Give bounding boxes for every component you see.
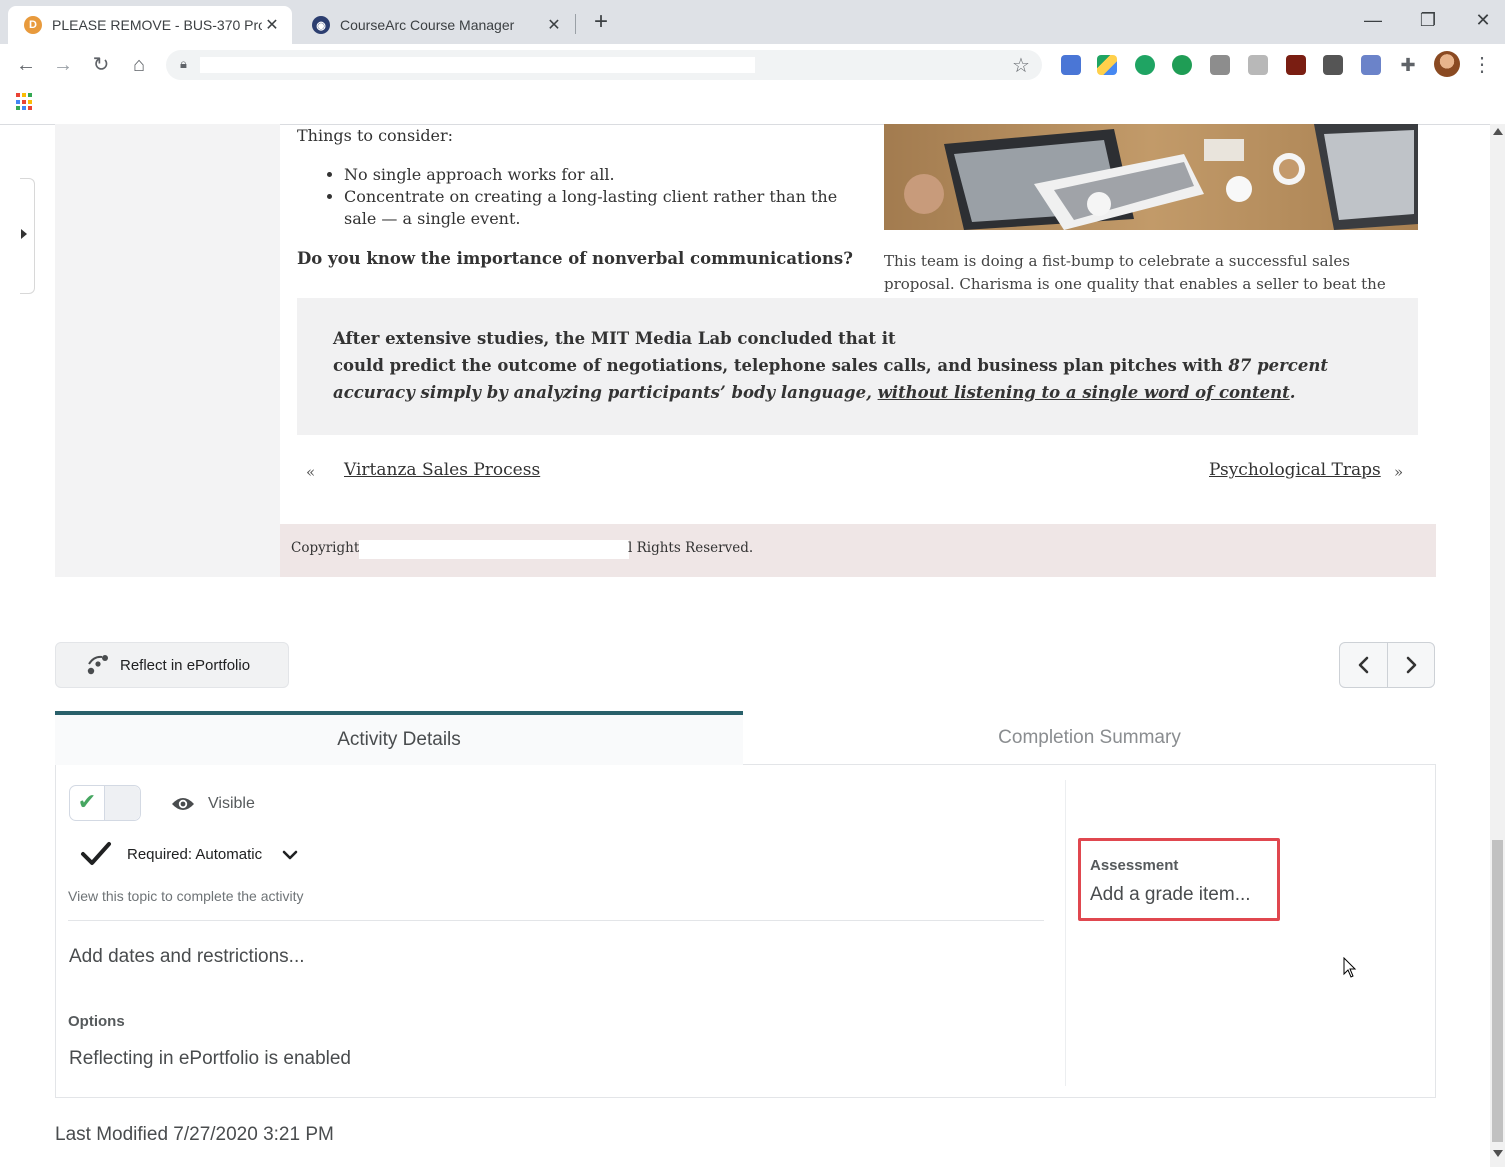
tab-active-course[interactable]: D PLEASE REMOVE - BUS-370 Profe ✕ [8, 6, 292, 44]
assessment-heading: Assessment [1090, 857, 1179, 874]
scroll-down-icon[interactable] [1493, 1150, 1503, 1157]
completion-hint: View this topic to complete the activity [68, 888, 304, 904]
extensions-puzzle-icon[interactable]: ✚ [1398, 55, 1418, 75]
copyright-redacted [359, 540, 629, 559]
add-grade-item-link[interactable]: Add a grade item... [1090, 884, 1251, 906]
apps-grid-icon[interactable] [16, 93, 34, 111]
add-dates-restrictions-link[interactable]: Add dates and restrictions... [69, 946, 305, 968]
eye-icon [171, 795, 195, 813]
toggle-knob[interactable] [104, 786, 140, 820]
options-heading: Options [68, 1013, 125, 1030]
tab-close-icon[interactable]: ✕ [544, 15, 564, 35]
back-icon[interactable]: ← [12, 52, 40, 78]
url-redacted [200, 57, 755, 73]
next-page-arrow-icon[interactable]: » [1394, 463, 1403, 481]
forward-icon[interactable]: → [49, 52, 77, 78]
reflect-button-label: Reflect in ePortfolio [120, 656, 251, 674]
extension-slides-icon[interactable] [1248, 55, 1268, 75]
adobe-acrobat-icon[interactable] [1286, 55, 1306, 75]
mouse-cursor-icon [1343, 956, 1357, 979]
lesson-sidebar [55, 124, 280, 577]
panel-divider [1065, 780, 1066, 1086]
bookmark-star-icon[interactable]: ☆ [1010, 53, 1032, 77]
quote-line-2: could predict the outcome of negotiation… [333, 356, 1229, 375]
options-value-link[interactable]: Reflecting in ePortfolio is enabled [69, 1048, 351, 1070]
minimize-window-icon[interactable]: — [1350, 6, 1396, 34]
extension-gray-icon[interactable] [1210, 55, 1230, 75]
home-icon[interactable]: ⌂ [125, 52, 153, 78]
previous-topic-icon[interactable] [1340, 643, 1387, 687]
coursearc-favicon-icon: ◉ [312, 16, 330, 34]
extension-camera-icon[interactable] [1361, 55, 1381, 75]
completion-requirement-dropdown[interactable]: Required: Automatic [127, 846, 262, 863]
bookmarks-bar [0, 86, 1505, 125]
copyright-label: Copyright [291, 540, 360, 556]
google-drive-icon[interactable] [1097, 55, 1117, 75]
scrollbar-thumb[interactable] [1492, 840, 1503, 1142]
visibility-label: Visible [208, 795, 255, 812]
chevron-down-icon[interactable] [281, 846, 299, 864]
tab-completion-summary[interactable]: Completion Summary [743, 711, 1436, 765]
eportfolio-icon [86, 654, 110, 676]
tab-close-icon[interactable]: ✕ [262, 15, 282, 35]
pager-divider [1387, 643, 1388, 687]
tab-divider [575, 14, 576, 34]
profile-avatar[interactable] [1434, 51, 1460, 77]
d2l-favicon-icon: D [24, 16, 42, 34]
team-fist-bump-photo [884, 124, 1418, 230]
mit-quote: After extensive studies, the MIT Media L… [333, 325, 1398, 406]
copyright-rights: l Rights Reserved. [628, 540, 754, 556]
quote-line-1: After extensive studies, the MIT Media L… [333, 329, 896, 348]
close-window-icon[interactable]: ✕ [1460, 6, 1505, 34]
expand-arrow-icon[interactable] [21, 229, 27, 239]
prev-page-link[interactable]: Virtanza Sales Process [344, 460, 540, 480]
next-topic-icon[interactable] [1387, 643, 1434, 687]
reflect-eportfolio-button[interactable]: Reflect in ePortfolio [55, 642, 289, 688]
consider-heading: Things to consider: [297, 126, 454, 145]
list-item: No single approach works for all. [344, 164, 874, 186]
new-tab-icon[interactable]: + [588, 8, 614, 36]
tab-title: PLEASE REMOVE - BUS-370 Profe [52, 17, 262, 33]
tab-activity-details[interactable]: Activity Details [55, 711, 743, 765]
next-page-link[interactable]: Psychological Traps [1209, 460, 1381, 480]
extension-hangouts-icon[interactable] [1172, 55, 1192, 75]
quote-underlined: without listening to a single word of co… [877, 383, 1290, 402]
prev-page-arrow-icon[interactable]: « [306, 463, 315, 481]
last-modified: Last Modified 7/27/2020 3:21 PM [55, 1124, 334, 1145]
scroll-up-icon[interactable] [1493, 128, 1503, 135]
extension-shield-icon[interactable] [1323, 55, 1343, 75]
completion-check-icon [80, 840, 112, 870]
tab-title: CourseArc Course Manager [340, 17, 515, 33]
extension-green-icon[interactable] [1135, 55, 1155, 75]
assessment-highlight-box [1078, 838, 1280, 921]
quote-end: . [1289, 383, 1296, 402]
reload-icon[interactable]: ↻ [87, 52, 115, 78]
photo-illustration [884, 124, 1418, 230]
consider-list: No single approach works for all. Concen… [326, 164, 874, 230]
list-item: Concentrate on creating a long-lasting c… [344, 186, 874, 230]
tab-coursearc[interactable]: ◉ CourseArc Course Manager ✕ [296, 6, 574, 44]
lock-icon[interactable]: 🔒︎ [180, 56, 194, 72]
toggle-check-icon[interactable]: ✔ [75, 788, 99, 816]
restore-window-icon[interactable]: ❐ [1405, 6, 1451, 34]
extension-calendar-icon[interactable] [1061, 55, 1081, 75]
nonverbal-question: Do you know the importance of nonverbal … [297, 249, 853, 268]
menu-kebab-icon[interactable]: ⋮ [1472, 52, 1492, 78]
section-divider [68, 920, 1044, 921]
